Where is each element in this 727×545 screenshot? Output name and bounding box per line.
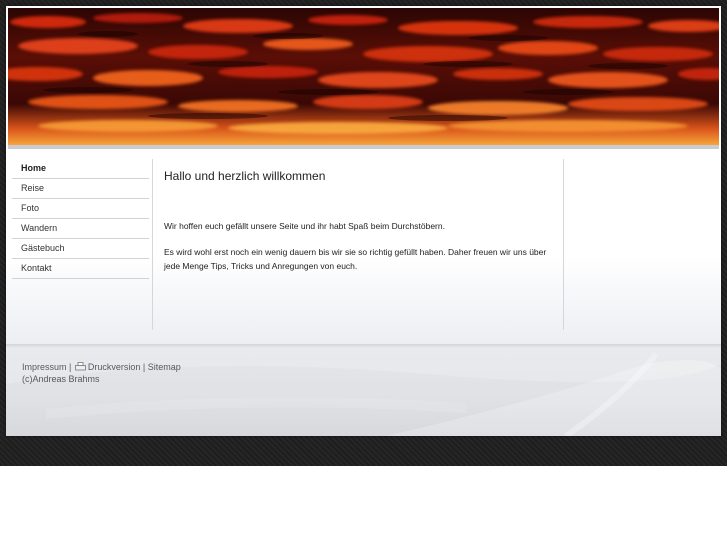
druckversion-link[interactable]: Druckversion: [88, 362, 141, 372]
main-navigation: Home Reise Foto Wandern Gästebuch Kontak…: [12, 159, 149, 279]
nav-item-foto[interactable]: Foto: [12, 199, 149, 219]
column-divider-right: [563, 159, 564, 330]
nav-item-gaestebuch[interactable]: Gästebuch: [12, 239, 149, 259]
main-content: Hallo und herzlich willkommen Wir hoffen…: [164, 169, 554, 271]
nav-item-home[interactable]: Home: [12, 159, 149, 179]
header-banner-sunset: [8, 8, 719, 149]
intro-paragraph: Wir hoffen euch gefällt unsere Seite und…: [164, 221, 445, 231]
nav-item-kontakt[interactable]: Kontakt: [12, 259, 149, 279]
column-divider-left: [152, 159, 153, 330]
site-frame: Home Reise Foto Wandern Gästebuch Kontak…: [6, 6, 721, 436]
sitemap-link[interactable]: Sitemap: [148, 362, 181, 372]
footer-links: Impressum | Druckversion | Sitemap (c)An…: [22, 361, 181, 385]
page-title: Hallo und herzlich willkommen: [164, 169, 326, 183]
footer-separator: |: [69, 362, 72, 372]
footer-separator: |: [142, 362, 146, 372]
footer: Impressum | Druckversion | Sitemap (c)An…: [6, 344, 721, 436]
content-area: Home Reise Foto Wandern Gästebuch Kontak…: [6, 149, 721, 344]
nav-item-reise[interactable]: Reise: [12, 179, 149, 199]
printer-icon[interactable]: [74, 362, 86, 371]
copyright-text: (c)Andreas Brahms: [22, 374, 100, 384]
footer-swoosh-decoration: [6, 344, 721, 436]
nav-item-wandern[interactable]: Wandern: [12, 219, 149, 239]
impressum-link[interactable]: Impressum: [22, 362, 67, 372]
info-paragraph: Es wird wohl erst noch ein wenig dauern …: [164, 247, 547, 271]
